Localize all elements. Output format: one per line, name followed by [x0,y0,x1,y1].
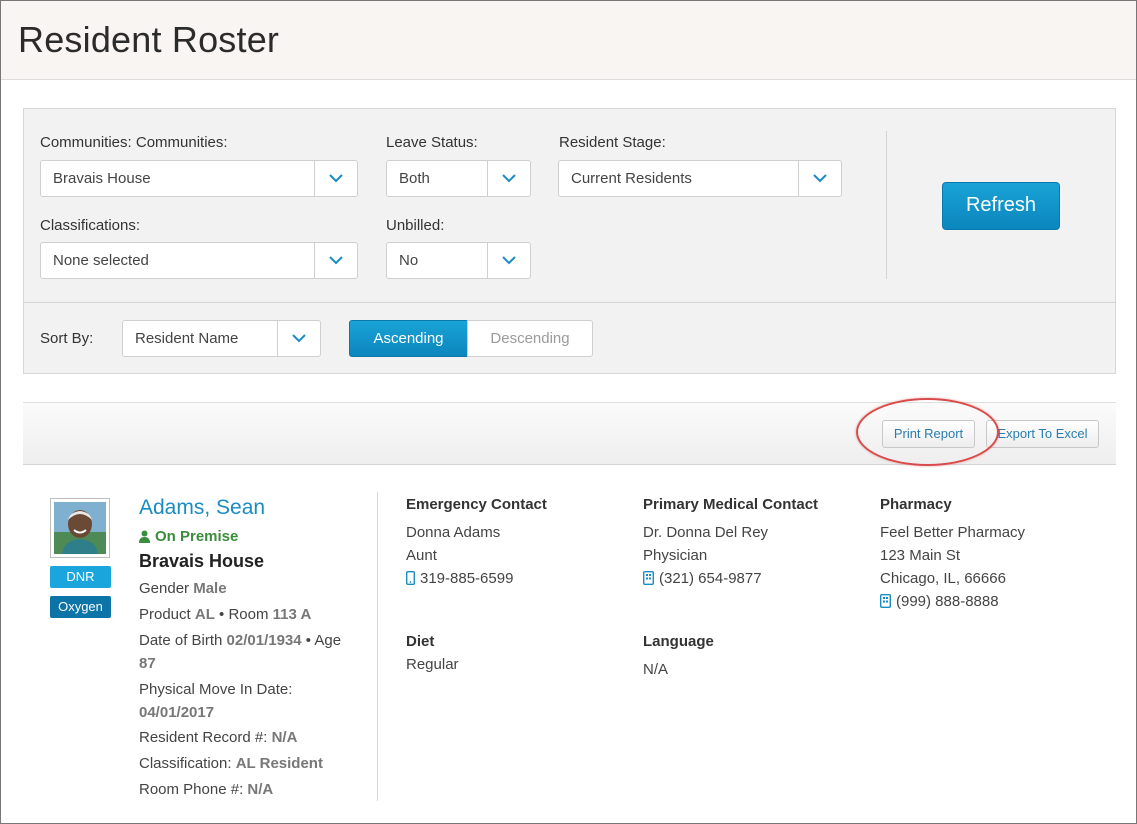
annotation-circle [856,398,999,466]
page-title: Resident Roster [18,19,280,60]
gender-label: Gender [139,580,190,597]
chevron-down-icon[interactable] [314,243,357,278]
classifications-label: Classifications: [40,217,141,234]
status-text: On Premise [155,528,239,545]
unbilled-label: Unbilled: [386,217,445,234]
ascending-button[interactable]: Ascending [349,320,468,357]
detail-divider [377,492,378,801]
filter-divider [886,131,887,279]
classification-value: AL Resident [235,755,323,772]
room-label: • Room [219,606,269,623]
avatar [54,502,106,554]
sort-by-value: Resident Name [135,330,239,347]
pharmacy-name: Feel Better Pharmacy [880,524,1026,541]
resident-community: Bravais House [139,551,265,571]
dob-label: Date of Birth [139,632,223,649]
medical-contact-name: Dr. Donna Del Rey [643,524,769,541]
diet-value: Regular [406,656,459,673]
communities-select[interactable]: Bravais House [40,160,358,197]
dob-value: 02/01/1934 [226,632,302,649]
age-value: 87 [139,655,156,672]
leave-status-select[interactable]: Both [386,160,531,197]
medical-contact-heading: Primary Medical Contact [643,496,819,513]
communities-value: Bravais House [53,170,151,187]
pharmacy-address-line1: 123 Main St [880,547,961,564]
emergency-contact-phone-row: 319-885-6599 [406,570,513,587]
office-phone-icon [643,571,654,585]
filter-panel: Communities: Communities: Bravais House … [23,108,1116,374]
unbilled-select[interactable]: No [386,242,531,279]
language-value: N/A [643,661,669,678]
dnr-tag: DNR [50,566,111,588]
room-phone-value: N/A [247,781,274,798]
leave-status-value: Both [399,170,430,187]
room-phone-label: Room Phone #: [139,781,244,798]
room-phone-row: Room Phone #: N/A [139,781,273,798]
chevron-down-icon[interactable] [277,321,320,356]
emergency-contact-name: Donna Adams [406,524,501,541]
classifications-value: None selected [53,252,149,269]
pharmacy-phone: (999) 888-8888 [896,593,999,610]
record-value: N/A [271,729,298,746]
dob-row: Date of Birth 02/01/1934 • Age [139,632,341,649]
gender-value: Male [193,580,227,597]
room-value: 113 A [272,606,312,623]
age-label: • Age [305,632,342,649]
age-row: 87 [139,655,156,672]
status-badge: On Premise [139,528,238,545]
resident-stage-label: Resident Stage: [559,134,666,151]
diet-heading: Diet [406,633,435,650]
record-row: Resident Record #: N/A [139,729,297,746]
medical-contact-role: Physician [643,547,708,564]
gender-row: Gender Male [139,580,227,597]
chevron-down-icon[interactable] [487,161,530,196]
pharmacy-phone-row: (999) 888-8888 [880,593,999,610]
classification-label: Classification: [139,755,232,772]
office-phone-icon [880,594,891,608]
resident-photo [50,498,110,558]
chevron-down-icon[interactable] [798,161,841,196]
sort-by-select[interactable]: Resident Name [122,320,321,357]
pharmacy-address-line2: Chicago, IL, 66666 [880,570,1006,587]
resident-stage-select[interactable]: Current Residents [558,160,842,197]
leave-status-label: Leave Status: [386,134,478,151]
emergency-contact-phone: 319-885-6599 [420,570,514,587]
user-icon [139,530,150,543]
page-header: Resident Roster [1,1,1136,80]
medical-contact-phone-row: (321) 654-9877 [643,570,762,587]
communities-label: Communities: Communities: [40,134,228,151]
move-in-row: 04/01/2017 [139,704,214,721]
resident-name-link[interactable]: Adams, Sean [139,496,265,520]
sort-divider [24,302,1115,303]
classification-row: Classification: AL Resident [139,755,323,772]
record-label: Resident Record #: [139,729,268,746]
oxygen-tag: Oxygen [50,596,111,618]
emergency-contact-relation: Aunt [406,547,437,564]
product-label: Product [139,606,191,623]
pharmacy-heading: Pharmacy [880,496,952,513]
move-in-label: Physical Move In Date: [139,681,293,698]
classifications-select[interactable]: None selected [40,242,358,279]
sort-by-label: Sort By: [40,330,94,347]
language-heading: Language [643,633,714,650]
medical-contact-phone: (321) 654-9877 [659,570,762,587]
refresh-button[interactable]: Refresh [942,182,1060,230]
emergency-contact-heading: Emergency Contact [406,496,547,513]
descending-button[interactable]: Descending [467,320,593,357]
product-row: Product AL • Room 113 A [139,606,311,623]
chevron-down-icon[interactable] [487,243,530,278]
move-in-value: 04/01/2017 [139,704,215,721]
mobile-phone-icon [406,571,415,585]
resident-stage-value: Current Residents [571,170,692,187]
chevron-down-icon[interactable] [314,161,357,196]
product-value: AL [194,606,215,623]
unbilled-value: No [399,252,419,269]
export-to-excel-button[interactable]: Export To Excel [986,420,1099,448]
